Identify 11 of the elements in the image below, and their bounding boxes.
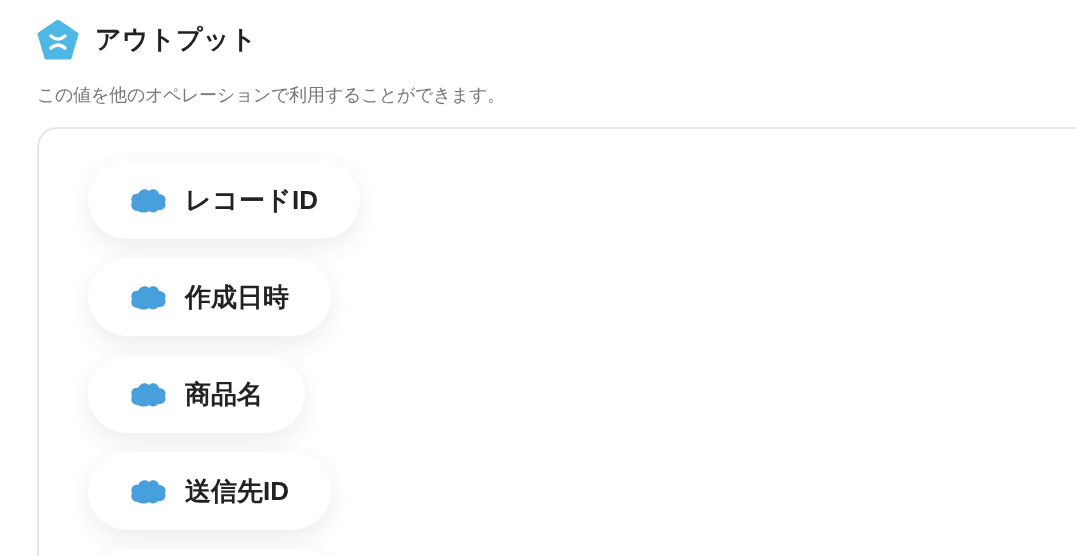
cloud-icon	[129, 187, 167, 213]
section-title: アウトプット	[95, 24, 257, 56]
cloud-icon	[129, 478, 167, 504]
output-chip[interactable]: 送信先ID	[88, 452, 331, 530]
pentagon-logo-icon	[37, 20, 79, 60]
cloud-icon	[129, 284, 167, 310]
output-chip[interactable]: 商品名	[88, 355, 305, 433]
description-text: この値を他のオペレーションで利用することができます。	[37, 84, 506, 107]
output-chip[interactable]: 作成日時	[88, 258, 331, 336]
cloud-icon	[129, 381, 167, 407]
output-chip[interactable]: レコードID	[88, 161, 360, 239]
